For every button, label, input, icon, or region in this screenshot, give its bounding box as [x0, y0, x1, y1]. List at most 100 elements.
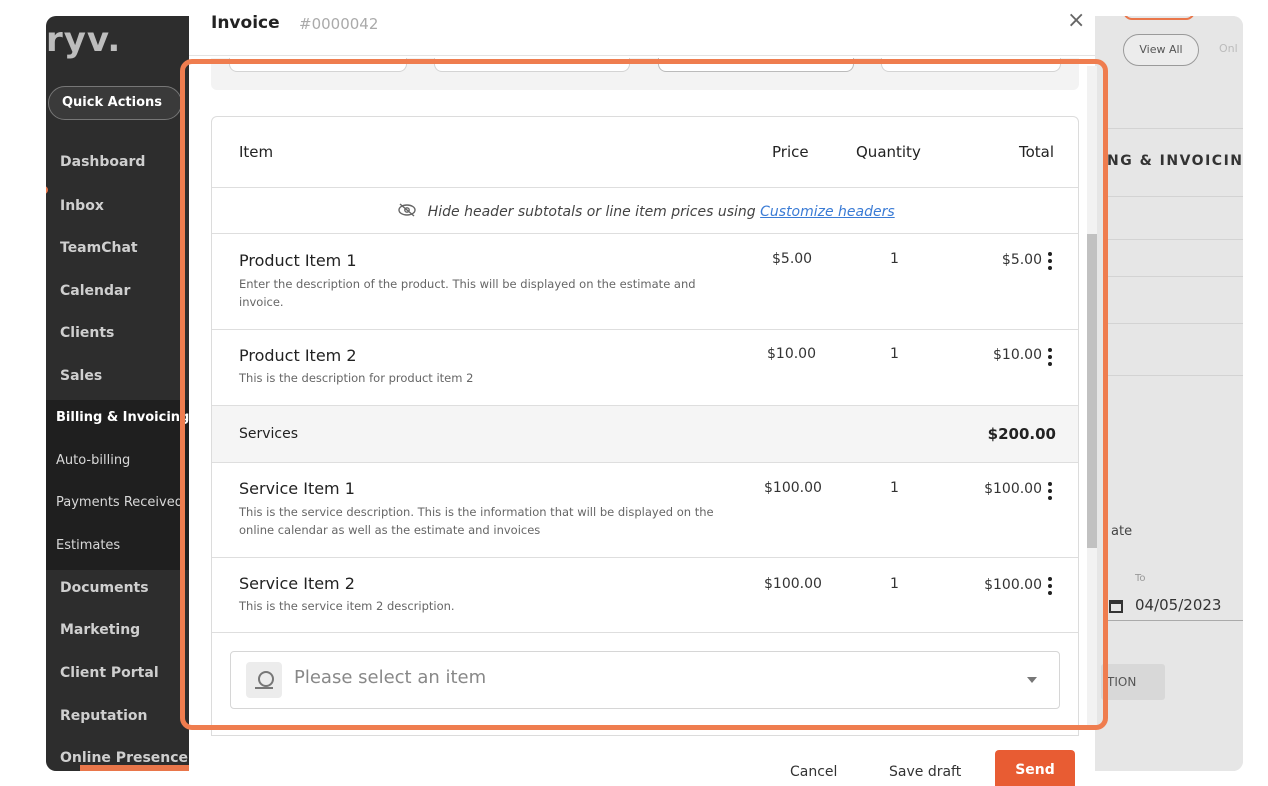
item-description: Enter the description of the product. Th…: [239, 277, 696, 309]
item-total: $10.00: [993, 347, 1042, 363]
sidebar-item-documents[interactable]: Documents: [60, 580, 149, 596]
sidebar-item-client-portal[interactable]: Client Portal: [60, 665, 159, 681]
divider: [212, 233, 1078, 234]
divider: [212, 462, 1078, 463]
cancel-button[interactable]: Cancel: [790, 764, 837, 780]
calendar-icon: [1109, 600, 1123, 613]
item-name[interactable]: Service Item 2: [239, 574, 355, 593]
line-items-table: Item Price Quantity Total Hide header su…: [211, 116, 1079, 736]
close-icon[interactable]: [1067, 8, 1085, 33]
screen: ryv. Quick Actions Dashboard Inbox TeamC…: [0, 0, 1268, 786]
sidebar-item-inbox[interactable]: Inbox: [60, 198, 104, 214]
sidebar-subitem-auto-billing[interactable]: Auto-billing: [56, 453, 130, 468]
item-select[interactable]: Please select an item: [230, 651, 1060, 709]
invoice-details-panel: [211, 58, 1079, 90]
billing-section-heading: NG & INVOICIN: [1107, 153, 1243, 169]
divider: [1105, 239, 1243, 240]
date-field-underline: [1105, 620, 1243, 621]
date-label: ate: [1111, 524, 1133, 539]
divider: [212, 329, 1078, 330]
divider: [1105, 276, 1243, 277]
sidebar-item-sales[interactable]: Sales: [60, 368, 102, 384]
sidebar-item-marketing[interactable]: Marketing: [60, 622, 140, 638]
background-page: View All Onl NG & INVOICIN ate To 04/05/…: [1095, 16, 1243, 771]
background-action-button[interactable]: TION: [1101, 664, 1165, 700]
item-name[interactable]: Product Item 1: [239, 251, 357, 270]
section-row: Services $200.00: [212, 405, 1078, 462]
divider: [212, 557, 1078, 558]
column-header-quantity: Quantity: [856, 143, 921, 161]
item-description: This is the service item 2 description.: [239, 599, 455, 613]
more-vertical-icon[interactable]: [1048, 482, 1052, 500]
item-quantity[interactable]: 1: [890, 346, 899, 362]
item-name[interactable]: Product Item 2: [239, 346, 357, 365]
item-description: This is the service description. This is…: [239, 505, 714, 537]
scrollbar-thumb[interactable]: [1087, 234, 1097, 548]
sidebar-item-clients[interactable]: Clients: [60, 325, 114, 341]
to-date-field[interactable]: 04/05/2023: [1135, 596, 1221, 614]
details-field[interactable]: [658, 58, 854, 72]
eye-off-icon: [397, 203, 417, 217]
customize-headers-hint: Hide header subtotals or line item price…: [212, 203, 1078, 220]
item-total: $100.00: [984, 481, 1042, 497]
section-total: $200.00: [987, 425, 1056, 443]
modal-scrollbar[interactable]: [1087, 66, 1097, 726]
item-price[interactable]: $10.00: [767, 346, 816, 362]
to-label: To: [1135, 573, 1146, 584]
sidebar-item-reputation[interactable]: Reputation: [60, 708, 147, 724]
modal-title: Invoice: [211, 13, 280, 33]
invoice-number: #0000042: [299, 15, 379, 33]
online-filter[interactable]: Onl: [1219, 42, 1238, 55]
item-picker-icon: [246, 662, 282, 698]
item-price[interactable]: $100.00: [764, 576, 822, 592]
divider: [212, 632, 1078, 633]
divider: [1105, 323, 1243, 324]
sidebar-item-teamchat[interactable]: TeamChat: [60, 240, 138, 256]
invoice-modal: Invoice #0000042 Item Price Quantity Tot…: [189, 0, 1097, 786]
customize-headers-link[interactable]: Customize headers: [760, 204, 895, 220]
details-field[interactable]: [434, 58, 630, 72]
item-total: $5.00: [1001, 252, 1042, 268]
column-header-item: Item: [239, 143, 274, 161]
divider: [1105, 128, 1243, 129]
divider: [212, 187, 1078, 188]
details-field[interactable]: [881, 58, 1061, 72]
divider: [1105, 196, 1243, 197]
item-select-placeholder: Please select an item: [294, 667, 487, 688]
sidebar-item-online-presence[interactable]: Online Presence: [60, 750, 188, 766]
hint-text: Hide header subtotals or line item price…: [427, 204, 756, 220]
chevron-down-icon: [1027, 677, 1037, 683]
details-field[interactable]: [229, 58, 407, 72]
sidebar: ryv. Quick Actions Dashboard Inbox TeamC…: [46, 16, 190, 771]
quick-actions-button[interactable]: Quick Actions: [48, 86, 182, 120]
sidebar-item-calendar[interactable]: Calendar: [60, 283, 130, 299]
more-vertical-icon[interactable]: [1048, 577, 1052, 595]
divider: [212, 405, 1078, 406]
item-price[interactable]: $5.00: [772, 251, 812, 267]
column-header-total: Total: [1018, 143, 1054, 161]
item-price[interactable]: $100.00: [764, 480, 822, 496]
notification-dot: [46, 186, 48, 194]
sidebar-item-dashboard[interactable]: Dashboard: [60, 154, 145, 170]
view-all-button[interactable]: View All: [1123, 34, 1199, 66]
section-label: Services: [239, 426, 299, 442]
send-button[interactable]: Send: [995, 750, 1075, 786]
item-quantity[interactable]: 1: [890, 251, 899, 267]
item-description: This is the description for product item…: [239, 371, 474, 385]
item-name[interactable]: Service Item 1: [239, 479, 355, 498]
more-vertical-icon[interactable]: [1048, 348, 1052, 366]
sidebar-subitem-estimates[interactable]: Estimates: [56, 538, 120, 553]
background-pill: [1123, 16, 1195, 20]
divider: [189, 55, 1095, 56]
sidebar-subitem-payments-received[interactable]: Payments Received: [56, 495, 183, 510]
column-header-price: Price: [772, 143, 809, 161]
sidebar-subitem-billing-invoicing[interactable]: Billing & Invoicing: [56, 410, 189, 425]
save-draft-button[interactable]: Save draft: [889, 764, 961, 780]
item-quantity[interactable]: 1: [890, 480, 899, 496]
item-quantity[interactable]: 1: [890, 576, 899, 592]
item-total: $100.00: [984, 577, 1042, 593]
divider: [1105, 375, 1243, 376]
app-logo: ryv.: [46, 20, 122, 60]
more-vertical-icon[interactable]: [1048, 252, 1052, 270]
modal-footer: Cancel Save draft Send: [189, 738, 1095, 786]
